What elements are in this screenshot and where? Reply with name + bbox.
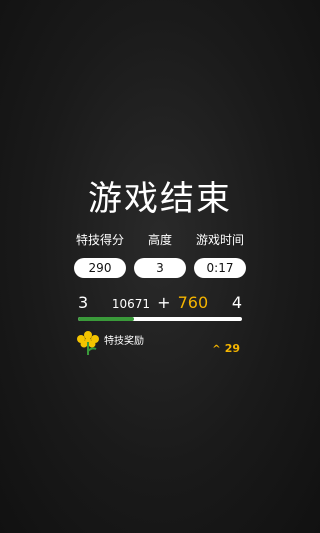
trick-bonus-counter: ^ 29 xyxy=(212,342,240,357)
base-score: 10671 xyxy=(111,297,151,311)
level-progress-fill xyxy=(78,317,134,321)
page-title: 游戏结束 xyxy=(88,179,232,219)
trick-bonus-count: 29 xyxy=(224,342,240,355)
score-summary: 10671 + 760 xyxy=(78,292,242,315)
stat-trick-score: 特技得分 290 xyxy=(74,232,126,278)
caret-up-icon: ^ xyxy=(212,344,221,355)
level-progress-bar xyxy=(78,317,242,321)
stat-value: 0:17 xyxy=(194,258,246,278)
stat-label: 特技得分 xyxy=(75,233,124,247)
stat-height: 高度 3 xyxy=(134,232,186,278)
stats-panel: 特技得分 290 高度 3 游戏时间 0:17 xyxy=(74,232,246,280)
level-row: 3 10671 + 760 4 xyxy=(78,292,242,316)
stat-label: 游戏时间 xyxy=(195,233,244,247)
trick-bonus-row: 特技奖励 ^ 29 xyxy=(76,330,246,356)
stat-label: 高度 xyxy=(147,233,172,247)
plus-sign: + xyxy=(157,293,171,312)
stat-value: 290 xyxy=(74,258,126,278)
next-level: 4 xyxy=(231,293,242,312)
stat-value: 3 xyxy=(134,258,186,278)
bonus-score: 760 xyxy=(177,293,209,312)
stat-game-time: 游戏时间 0:17 xyxy=(194,232,246,278)
trick-bonus-label: 特技奖励 xyxy=(104,336,144,347)
flower-icon xyxy=(77,331,99,355)
game-over-screen: 游戏结束 特技得分 290 高度 3 游戏时间 0:17 3 10671 + 7… xyxy=(0,0,320,533)
